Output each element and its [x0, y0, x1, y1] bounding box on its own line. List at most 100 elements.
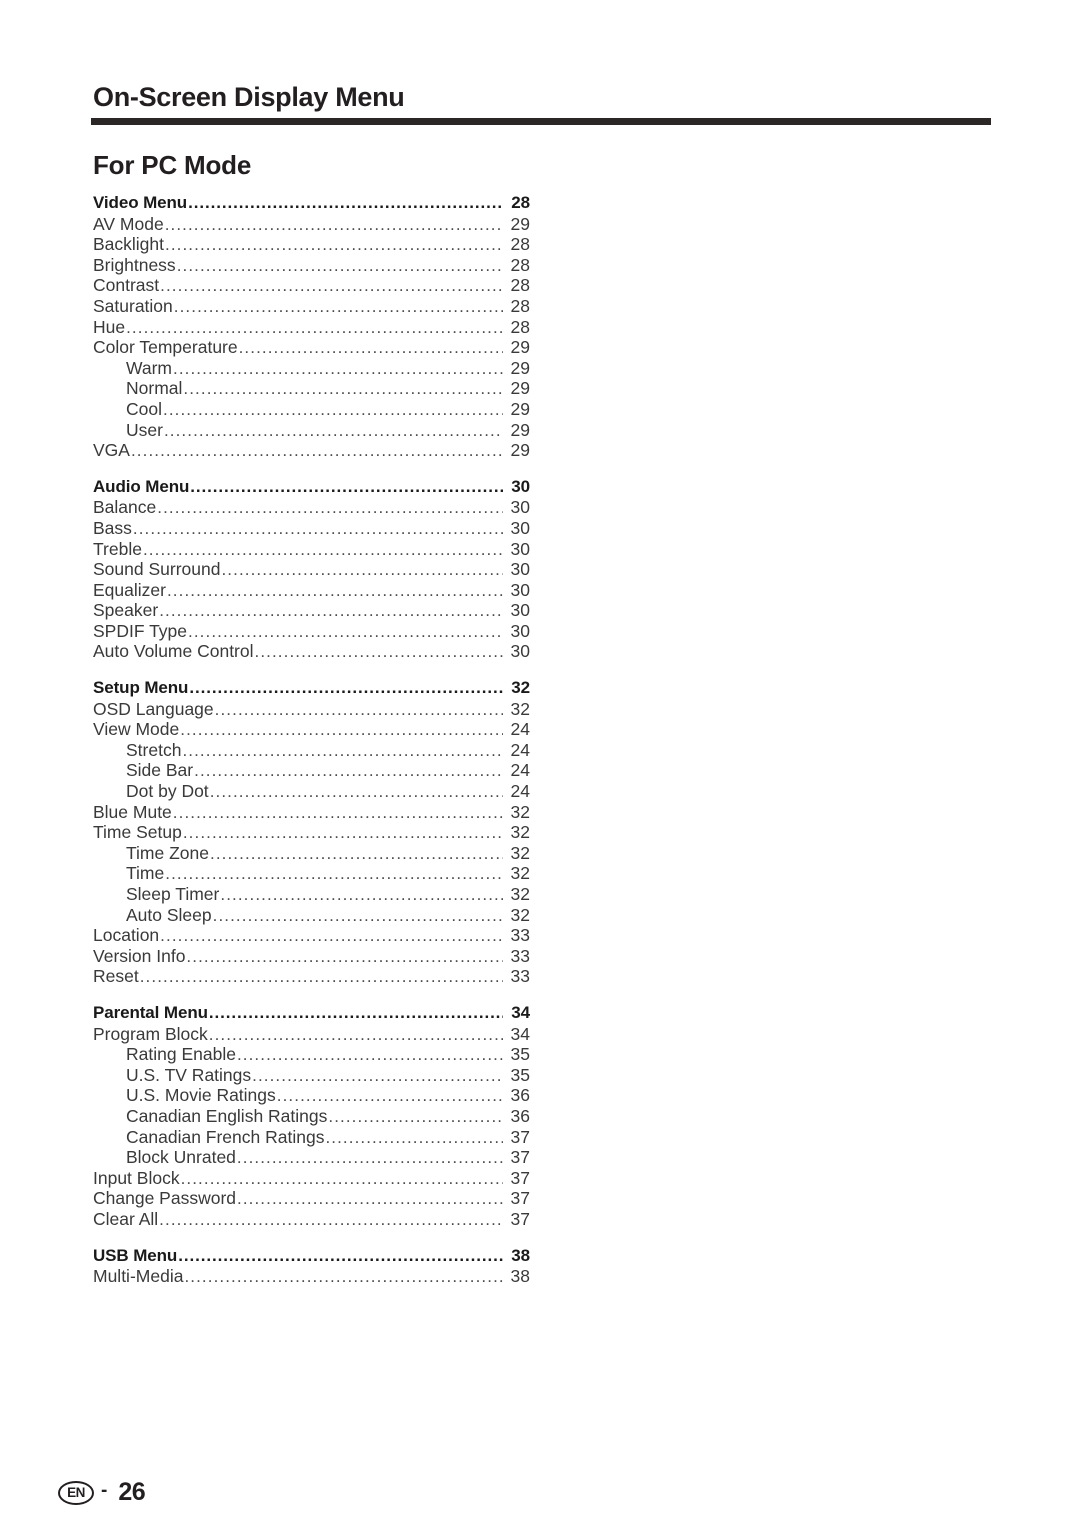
toc-entry[interactable]: Speaker.................................…: [93, 600, 530, 621]
toc-entry-label: Auto Sleep: [126, 904, 212, 925]
toc-entry[interactable]: Blue Mute...............................…: [93, 802, 530, 823]
toc-heading-label: USB Menu: [93, 1245, 178, 1265]
toc-entry[interactable]: U.S. TV Ratings.........................…: [93, 1065, 530, 1086]
toc-entry[interactable]: Color Temperature.......................…: [93, 337, 530, 358]
toc-entry[interactable]: Saturation..............................…: [93, 296, 530, 317]
toc-entry[interactable]: AV Mode.................................…: [93, 214, 530, 235]
toc-entry-page: 30: [510, 641, 530, 662]
toc-entry[interactable]: Time Setup..............................…: [93, 822, 530, 843]
dot-leader: ........................................…: [208, 1003, 503, 1021]
toc-entry[interactable]: Side Bar................................…: [93, 760, 530, 781]
toc-entry[interactable]: Auto Volume Control.....................…: [93, 641, 530, 662]
toc-entry-page: 36: [510, 1105, 530, 1126]
toc-entry[interactable]: Cool....................................…: [93, 399, 530, 420]
toc-entry[interactable]: Dot by Dot..............................…: [93, 781, 530, 802]
dot-leader: ........................................…: [164, 215, 503, 233]
dot-leader: ........................................…: [214, 700, 503, 718]
toc-entry-page: 30: [510, 517, 530, 538]
toc-section-heading[interactable]: Audio Menu..............................…: [93, 477, 530, 498]
toc-section-heading[interactable]: USB Menu................................…: [93, 1246, 530, 1267]
toc-entry[interactable]: Time....................................…: [93, 863, 530, 884]
toc-entry-label: Warm: [126, 357, 173, 378]
toc-entry[interactable]: Multi-Media.............................…: [93, 1266, 530, 1287]
dot-leader: ........................................…: [220, 886, 503, 903]
toc-entry-page: 30: [510, 559, 530, 580]
toc-entry[interactable]: Reset...................................…: [93, 966, 530, 987]
toc-heading-label: Audio Menu: [93, 476, 190, 496]
toc-entry[interactable]: Canadian English Ratings................…: [93, 1106, 530, 1127]
page-title: For PC Mode: [93, 150, 252, 180]
dot-leader: ........................................…: [130, 442, 503, 460]
toc-entry-label: Brightness: [93, 254, 176, 275]
toc-entry[interactable]: Brightness..............................…: [93, 255, 530, 276]
dot-leader: ........................................…: [173, 297, 503, 315]
toc-entry-label: Cool: [126, 398, 162, 419]
toc-entry[interactable]: Backlight...............................…: [93, 234, 530, 255]
toc-heading-page: 34: [511, 1002, 530, 1022]
dot-leader: ........................................…: [186, 947, 503, 965]
toc-entry[interactable]: VGA.....................................…: [93, 440, 530, 461]
toc-entry[interactable]: Input Block.............................…: [93, 1168, 530, 1189]
toc-entry-page: 29: [510, 419, 530, 440]
toc-entry-page: 29: [510, 398, 530, 419]
toc-entry-label: Input Block: [93, 1167, 180, 1188]
toc-entry[interactable]: Clear All...............................…: [93, 1209, 530, 1230]
toc-entry[interactable]: Time Zone...............................…: [93, 843, 530, 864]
toc-entry[interactable]: Stretch.................................…: [93, 740, 530, 761]
toc-entry[interactable]: Contrast................................…: [93, 275, 530, 296]
dot-leader: ........................................…: [182, 741, 503, 759]
toc-entry[interactable]: Treble..................................…: [93, 539, 530, 560]
toc-entry[interactable]: Normal..................................…: [93, 378, 530, 399]
toc-section-heading[interactable]: Setup Menu..............................…: [93, 678, 530, 699]
toc-entry[interactable]: Version Info............................…: [93, 946, 530, 967]
toc-entry-label: Canadian English Ratings: [126, 1105, 328, 1126]
toc-entry-page: 28: [510, 316, 530, 337]
dot-leader: ........................................…: [180, 721, 503, 739]
dot-leader: ........................................…: [178, 1246, 503, 1264]
toc-entry-label: Time Zone: [126, 842, 209, 863]
toc-entry-page: 37: [510, 1208, 530, 1229]
toc-entry[interactable]: Location................................…: [93, 925, 530, 946]
toc-entry-label: Speaker: [93, 600, 159, 621]
toc-section-heading[interactable]: Parental Menu...........................…: [93, 1003, 530, 1024]
toc-entry-page: 37: [510, 1126, 530, 1147]
toc-entry-label: Saturation: [93, 295, 173, 316]
toc-entry[interactable]: SPDIF Type..............................…: [93, 621, 530, 642]
toc-entry-page: 37: [510, 1188, 530, 1209]
toc-entry-page: 32: [510, 884, 530, 904]
toc-entry-page: 24: [510, 781, 530, 802]
toc-entry[interactable]: Bass....................................…: [93, 518, 530, 539]
toc-entry[interactable]: Balance.................................…: [93, 497, 530, 518]
toc-entry[interactable]: Equalizer...............................…: [93, 580, 530, 601]
toc-entry-label: Time: [126, 863, 165, 884]
toc-entry[interactable]: Canadian French Ratings.................…: [93, 1127, 530, 1148]
toc-entry-label: Sleep Timer: [126, 884, 220, 904]
toc-entry-label: SPDIF Type: [93, 620, 188, 641]
toc-entry[interactable]: Sound Surround..........................…: [93, 559, 530, 580]
footer-separator: -: [101, 1480, 108, 1501]
toc-entry[interactable]: User....................................…: [93, 420, 530, 441]
toc-entry-label: Contrast: [93, 275, 160, 296]
toc-entry[interactable]: Change Password.........................…: [93, 1188, 530, 1209]
toc-entry[interactable]: View Mode...............................…: [93, 719, 530, 740]
toc-entry[interactable]: Warm....................................…: [93, 358, 530, 379]
toc-entry[interactable]: Block Unrated...........................…: [93, 1147, 530, 1168]
toc-section-heading[interactable]: Video Menu..............................…: [93, 193, 530, 214]
dot-leader: ........................................…: [160, 927, 503, 945]
toc-entry[interactable]: U.S. Movie Ratings......................…: [93, 1085, 530, 1106]
dot-leader: ........................................…: [252, 1066, 503, 1084]
toc-entry[interactable]: Sleep Timer.............................…: [93, 884, 530, 905]
toc-entry-page: 29: [510, 440, 530, 461]
toc-entry-page: 33: [510, 966, 530, 987]
dot-leader: ........................................…: [163, 421, 503, 439]
footer-page-number: 26: [118, 1478, 146, 1506]
toc-entry[interactable]: Hue.....................................…: [93, 317, 530, 338]
toc-entry-label: Block Unrated: [126, 1147, 236, 1168]
toc-entry[interactable]: Program Block...........................…: [93, 1024, 530, 1045]
dot-leader: ........................................…: [165, 865, 503, 883]
toc-entry[interactable]: Rating Enable...........................…: [93, 1044, 530, 1065]
toc-entry-page: 34: [510, 1023, 530, 1044]
toc-entry[interactable]: Auto Sleep..............................…: [93, 905, 530, 926]
toc-entry[interactable]: OSD Language............................…: [93, 699, 530, 720]
toc-entry-label: Side Bar: [126, 760, 194, 781]
